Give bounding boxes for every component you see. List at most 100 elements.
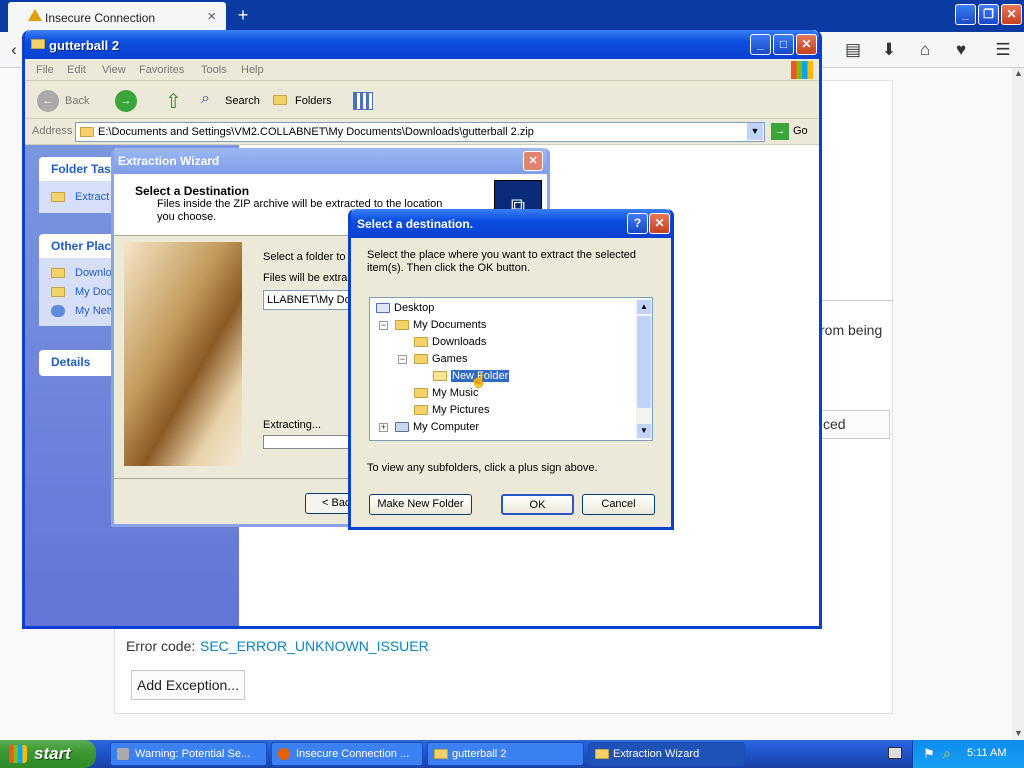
collapse-icon[interactable]: − xyxy=(398,355,407,364)
make-new-folder-button[interactable]: Make New Folder xyxy=(369,494,472,515)
keyboard-icon[interactable] xyxy=(888,747,902,759)
tree-scrollbar[interactable]: ▲ ▼ xyxy=(636,299,652,439)
add-exception-button[interactable]: Add Exception... xyxy=(131,670,245,700)
home-icon[interactable]: ⌂ xyxy=(915,40,935,60)
error-code-link[interactable]: SEC_ERROR_UNKNOWN_ISSUER xyxy=(200,638,429,654)
music-folder-icon xyxy=(414,388,428,399)
scroll-down-icon[interactable]: ▼ xyxy=(1014,728,1023,738)
application-icon xyxy=(117,748,129,760)
tree-item-games[interactable]: Games xyxy=(414,351,467,367)
download-icon[interactable]: ⬇ xyxy=(879,40,899,60)
address-input[interactable]: E:\Documents and Settings\VM2.COLLABNET\… xyxy=(75,122,765,142)
tree-label: Downloads xyxy=(432,336,487,348)
my-documents-icon xyxy=(395,320,409,331)
up-folder-icon[interactable]: ⇧ xyxy=(165,89,185,113)
system-tray: ⚑ ⌕ 5:11 AM xyxy=(912,740,1024,768)
forward-arrow-icon[interactable]: → xyxy=(115,90,137,112)
close-button[interactable]: ✕ xyxy=(1001,4,1022,25)
minimize-button[interactable]: _ xyxy=(750,34,771,55)
taskbar: start Warning: Potential Se... Insecure … xyxy=(0,740,1024,768)
new-tab-button[interactable]: + xyxy=(232,4,254,26)
taskbar-item-warning[interactable]: Warning: Potential Se... xyxy=(110,742,267,766)
cancel-button[interactable]: Cancel xyxy=(582,494,655,515)
collapse-icon[interactable]: − xyxy=(379,321,388,330)
back-icon[interactable]: ‹ xyxy=(4,40,24,60)
back-label[interactable]: Back xyxy=(65,95,89,107)
expand-icon[interactable]: + xyxy=(379,423,388,432)
close-button[interactable]: ✕ xyxy=(796,34,817,55)
scroll-down-icon[interactable]: ▼ xyxy=(637,424,651,438)
tree-item-my-computer[interactable]: My Computer xyxy=(395,419,479,435)
tree-item-downloads[interactable]: Downloads xyxy=(414,334,486,350)
address-label: Address xyxy=(32,125,73,137)
dialog-instructions: Select the place where you want to extra… xyxy=(367,249,637,274)
zip-folder-icon xyxy=(80,127,94,137)
views-icon[interactable] xyxy=(353,92,373,110)
menu-icon[interactable]: ☰ xyxy=(993,40,1013,60)
go-arrow-icon[interactable]: → xyxy=(771,123,789,140)
clock[interactable]: 5:11 AM xyxy=(967,747,1007,759)
place-downloads[interactable]: Downlo xyxy=(75,267,112,279)
menu-edit[interactable]: Edit xyxy=(67,64,86,76)
menu-tools[interactable]: Tools xyxy=(201,64,227,76)
start-label: start xyxy=(34,744,71,763)
pocket-icon[interactable]: ♥ xyxy=(951,40,971,60)
wizard-title-bar[interactable]: Extraction Wizard ✕ xyxy=(114,148,547,174)
dialog-title-bar[interactable]: Select a destination. ? ✕ xyxy=(351,209,671,238)
minimize-button[interactable]: _ xyxy=(955,4,976,25)
windows-logo-icon xyxy=(791,61,813,79)
search-icon[interactable]: ⌕ xyxy=(201,90,210,108)
start-button[interactable]: start xyxy=(0,740,96,768)
tree-item-my-music[interactable]: My Music xyxy=(414,385,478,401)
restore-button[interactable]: ❐ xyxy=(978,4,999,25)
tree-label: My Pictures xyxy=(432,404,490,416)
help-button[interactable]: ? xyxy=(627,213,648,234)
place-my-documents[interactable]: My Doc xyxy=(75,286,112,298)
tree-item-desktop[interactable]: Desktop xyxy=(376,300,434,316)
tree-label: Games xyxy=(432,353,468,365)
warning-icon xyxy=(28,9,42,21)
browser-tab[interactable]: Insecure Connection × xyxy=(8,2,226,32)
taskbar-item-label: gutterball 2 xyxy=(452,748,507,760)
taskbar-item-wizard[interactable]: Extraction Wizard xyxy=(588,742,745,766)
tree-label: My Music xyxy=(432,387,479,399)
menu-file[interactable]: File xyxy=(36,64,54,76)
search-button[interactable]: Search xyxy=(225,95,260,107)
explorer-title-bar[interactable]: gutterball 2 _ □ ✕ xyxy=(25,30,819,59)
folder-tree[interactable]: Desktop − My Documents Downloads − Games… xyxy=(369,297,653,441)
tree-label: My Computer xyxy=(413,421,480,433)
menu-favorites[interactable]: Favorites xyxy=(139,64,184,76)
extract-link[interactable]: Extract xyxy=(75,191,109,203)
taskbar-item-explorer[interactable]: gutterball 2 xyxy=(427,742,584,766)
folders-icon xyxy=(273,95,287,105)
folder-icon xyxy=(595,749,609,759)
dialog-hint: To view any subfolders, click a plus sig… xyxy=(367,462,598,474)
folders-button[interactable]: Folders xyxy=(295,95,332,107)
tree-item-my-documents[interactable]: My Documents xyxy=(395,317,486,333)
chevron-down-icon[interactable]: ▼ xyxy=(747,123,763,140)
maximize-button[interactable]: □ xyxy=(773,34,794,55)
tree-label: My Documents xyxy=(413,319,487,331)
wizard-illustration xyxy=(124,242,242,466)
network-icon[interactable]: ⚑ xyxy=(923,746,935,762)
menu-view[interactable]: View xyxy=(102,64,126,76)
address-bar: Address E:\Documents and Settings\VM2.CO… xyxy=(25,119,819,145)
ok-button[interactable]: OK xyxy=(501,494,574,515)
tree-item-my-pictures[interactable]: My Pictures xyxy=(414,402,489,418)
close-tab-icon[interactable]: × xyxy=(207,8,216,25)
library-icon[interactable]: ▤ xyxy=(843,40,863,60)
scroll-up-icon[interactable]: ▲ xyxy=(1014,68,1023,78)
close-button[interactable]: ✕ xyxy=(523,151,543,171)
menu-help[interactable]: Help xyxy=(241,64,264,76)
close-button[interactable]: ✕ xyxy=(649,213,670,234)
desktop-icon xyxy=(376,303,390,314)
divider xyxy=(822,300,894,301)
scroll-up-icon[interactable]: ▲ xyxy=(637,300,651,314)
back-arrow-icon[interactable]: ← xyxy=(37,90,59,112)
taskbar-item-firefox[interactable]: Insecure Connection ... xyxy=(271,742,423,766)
zip-folder-icon xyxy=(31,39,45,49)
search-icon[interactable]: ⌕ xyxy=(943,745,951,762)
scroll-thumb[interactable] xyxy=(637,316,651,408)
go-button[interactable]: Go xyxy=(793,125,808,137)
scrollbar[interactable]: ▲ ▼ xyxy=(1012,68,1024,740)
